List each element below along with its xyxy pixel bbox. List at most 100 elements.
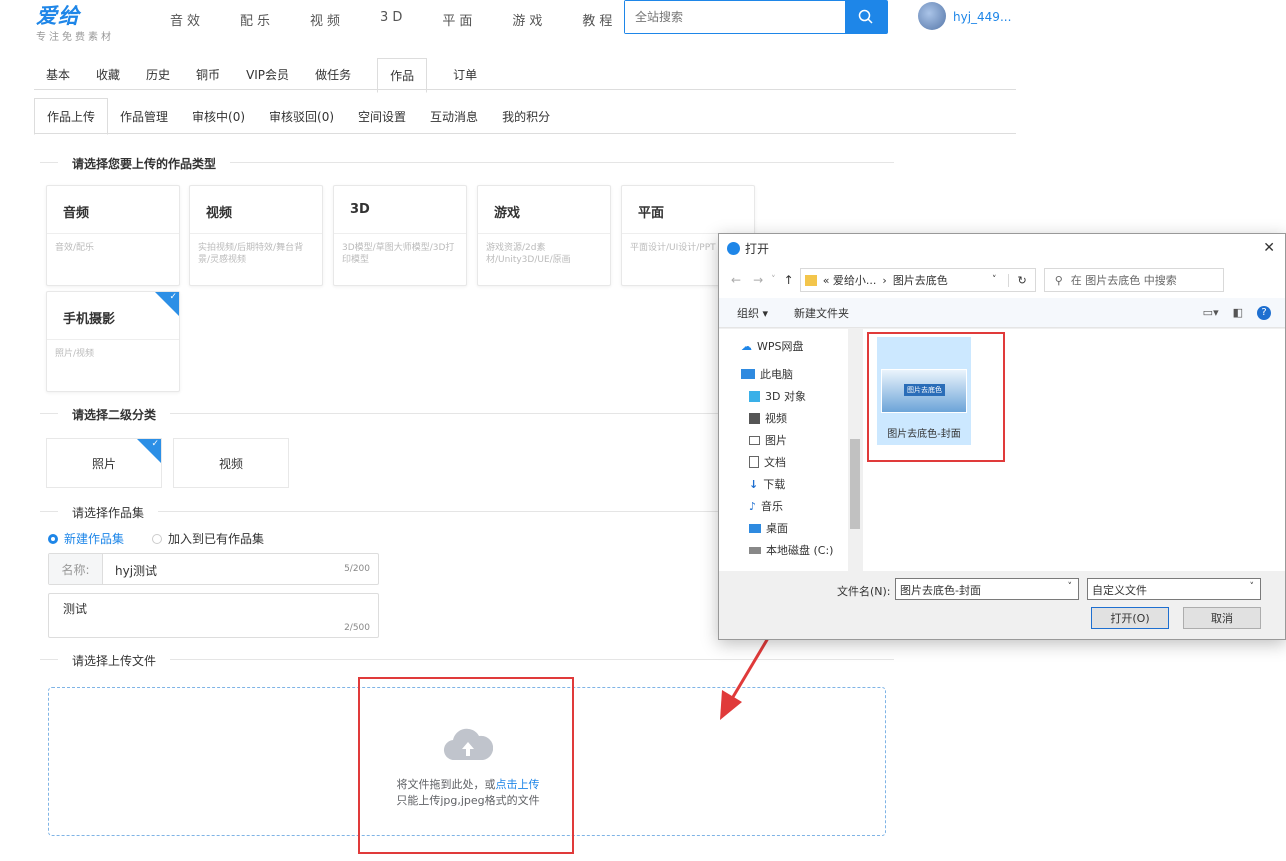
tree-label: 图片 bbox=[765, 434, 787, 447]
file-type-select[interactable]: 自定义文件 ˅ bbox=[1087, 578, 1261, 600]
works-tabs: 作品上传 作品管理 审核中(0) 审核驳回(0) 空间设置 互动消息 我的积分 bbox=[34, 98, 562, 135]
up-icon[interactable]: ↑ bbox=[784, 273, 794, 287]
tree-item-music[interactable]: ♪ 音乐 bbox=[719, 495, 862, 517]
name-label: 名称: bbox=[49, 554, 103, 584]
chevron-down-icon[interactable]: ˅ bbox=[771, 275, 776, 285]
dialog-nav: ← → ˅ ↑ « 爱给小... › 图片去底色 ˅ ↻ ⚲ 在 图片去底色 中搜… bbox=[719, 262, 1285, 298]
close-icon[interactable]: ✕ bbox=[1263, 240, 1275, 256]
tree-item-wps[interactable]: ☁ WPS网盘 bbox=[719, 335, 862, 357]
radio-label: 新建作品集 bbox=[64, 532, 125, 546]
radio-existing-collection[interactable]: 加入到已有作品集 bbox=[152, 530, 264, 547]
tab-rejected[interactable]: 审核驳回(0) bbox=[257, 99, 346, 134]
cancel-button[interactable]: 取消 bbox=[1183, 607, 1261, 629]
subcategory-label: 视频 bbox=[218, 456, 243, 471]
tree-label: 本地磁盘 (C:) bbox=[766, 544, 834, 557]
filename-value: 图片去底色-封面 bbox=[900, 584, 981, 597]
picture-icon bbox=[749, 435, 760, 445]
chevron-down-icon[interactable]: ˅ bbox=[1068, 582, 1073, 592]
collection-name-field[interactable]: 名称: hyj测试 5/200 bbox=[48, 553, 379, 585]
subcategory-video[interactable]: 视频 bbox=[173, 438, 289, 488]
tab-manage[interactable]: 作品管理 bbox=[108, 99, 180, 134]
site-logo[interactable]: 爱给 bbox=[36, 0, 80, 30]
tree-label: 音乐 bbox=[761, 500, 784, 513]
name-counter: 5/200 bbox=[344, 564, 370, 574]
filename-input[interactable]: 图片去底色-封面 ˅ bbox=[895, 578, 1079, 600]
breadcrumb[interactable]: « 爱给小... bbox=[823, 272, 877, 288]
radio-label: 加入到已有作品集 bbox=[168, 532, 265, 546]
collection-desc-field[interactable]: 测试 2/500 bbox=[48, 593, 379, 638]
type-card-video[interactable]: 视频 实拍视频/后期特效/舞台背景/灵感视频 bbox=[189, 185, 323, 286]
username[interactable]: hyj_449... bbox=[953, 10, 1011, 24]
chevron-down-icon[interactable]: ˅ bbox=[1250, 582, 1255, 592]
cloud-icon: ☁ bbox=[741, 339, 752, 353]
refresh-icon[interactable]: ↻ bbox=[1008, 273, 1034, 287]
type-card-audio[interactable]: 音频 音效/配乐 bbox=[46, 185, 180, 286]
type-card-phone-photo[interactable]: 手机摄影 照片/视频 bbox=[46, 291, 180, 392]
card-title: 3D bbox=[334, 186, 466, 234]
tree-item-disk-c[interactable]: 本地磁盘 (C:) bbox=[719, 539, 862, 561]
tree-item-3d[interactable]: 3D 对象 bbox=[719, 385, 862, 407]
card-desc: 照片/视频 bbox=[55, 349, 95, 359]
card-desc: 音效/配乐 bbox=[55, 243, 95, 253]
preview-pane-icon[interactable]: ◧ bbox=[1233, 306, 1243, 320]
site-search bbox=[624, 0, 888, 34]
search-icon: ⚲ bbox=[1054, 273, 1063, 287]
tree-item-video[interactable]: 视频 bbox=[719, 407, 862, 429]
help-icon[interactable]: ? bbox=[1257, 305, 1271, 320]
document-icon bbox=[749, 456, 759, 468]
card-title: 平面 bbox=[622, 186, 754, 234]
nav-audio[interactable]: 音效 bbox=[170, 10, 204, 29]
file-open-dialog: 打开 ✕ ← → ˅ ↑ « 爱给小... › 图片去底色 ˅ ↻ ⚲ 在 图片去… bbox=[718, 233, 1286, 640]
section-title-collection: 请选择作品集 bbox=[58, 504, 159, 521]
tab-points[interactable]: 我的积分 bbox=[490, 99, 562, 134]
open-button[interactable]: 打开(O) bbox=[1091, 607, 1169, 629]
card-title: 游戏 bbox=[478, 186, 610, 234]
view-controls: ▭▾ ◧? bbox=[1203, 305, 1271, 320]
annotation-box bbox=[358, 677, 574, 854]
chevron-down-icon[interactable]: ˅ bbox=[992, 275, 997, 285]
nav-video[interactable]: 视频 bbox=[310, 10, 344, 29]
tree-label: 桌面 bbox=[766, 522, 788, 535]
desc-value: 测试 bbox=[63, 602, 88, 616]
breadcrumb-separator: › bbox=[882, 273, 887, 287]
type-card-3d[interactable]: 3D 3D模型/草图大师模型/3D打印模型 bbox=[333, 185, 467, 286]
tree-item-pictures[interactable]: 图片 bbox=[719, 429, 862, 451]
dialog-bottom: 文件名(N): 图片去底色-封面 ˅ 自定义文件 ˅ 打开(O) 取消 bbox=[719, 571, 1285, 639]
radio-new-collection[interactable]: 新建作品集 bbox=[48, 530, 124, 547]
nav-tutorial[interactable]: 教程 bbox=[582, 10, 616, 29]
disk-icon bbox=[749, 546, 761, 554]
section-title-type: 请选择您要上传的作品类型 bbox=[58, 155, 231, 172]
address-bar[interactable]: « 爱给小... › 图片去底色 ˅ ↻ bbox=[799, 268, 1036, 292]
subcategory-photo[interactable]: 照片 bbox=[46, 438, 162, 488]
forward-icon[interactable]: → bbox=[753, 273, 763, 287]
scrollbar-thumb[interactable] bbox=[850, 439, 860, 529]
dialog-search[interactable]: ⚲ 在 图片去底色 中搜索 bbox=[1043, 268, 1224, 292]
organize-button[interactable]: 组织 ▾ bbox=[737, 305, 768, 321]
tree-item-downloads[interactable]: ↓ 下载 bbox=[719, 473, 862, 495]
nav-music[interactable]: 配乐 bbox=[240, 10, 274, 29]
tree-item-desktop[interactable]: 桌面 bbox=[719, 517, 862, 539]
tab-upload[interactable]: 作品上传 bbox=[34, 98, 109, 135]
view-icon[interactable]: ▭▾ bbox=[1203, 306, 1219, 320]
nav-3d[interactable]: 3D bbox=[380, 10, 406, 29]
tab-works[interactable]: 作品 bbox=[377, 58, 428, 93]
nav-game[interactable]: 游戏 bbox=[512, 10, 546, 29]
search-button[interactable] bbox=[845, 1, 887, 33]
avatar[interactable] bbox=[918, 2, 946, 30]
tab-reviewing[interactable]: 审核中(0) bbox=[180, 99, 257, 134]
type-card-game[interactable]: 游戏 游戏资源/2d素材/Unity3D/UE/原画 bbox=[477, 185, 611, 286]
tree-label: WPS网盘 bbox=[757, 340, 804, 353]
new-folder-button[interactable]: 新建文件夹 bbox=[794, 305, 849, 321]
search-input[interactable] bbox=[625, 1, 845, 33]
tab-space-settings[interactable]: 空间设置 bbox=[346, 99, 418, 134]
back-icon[interactable]: ← bbox=[731, 273, 741, 287]
tree-item-pc[interactable]: 此电脑 bbox=[719, 363, 862, 385]
nav-graphic[interactable]: 平面 bbox=[442, 10, 476, 29]
tree-item-documents[interactable]: 文档 bbox=[719, 451, 862, 473]
top-nav: 音效 配乐 视频 3D 平面 游戏 教程 bbox=[170, 10, 616, 29]
card-title: 视频 bbox=[190, 186, 322, 234]
tab-messages[interactable]: 互动消息 bbox=[418, 99, 490, 134]
breadcrumb[interactable]: 图片去底色 bbox=[893, 272, 948, 288]
section-title-upload: 请选择上传文件 bbox=[58, 652, 171, 669]
name-value: hyj测试 bbox=[115, 564, 158, 578]
